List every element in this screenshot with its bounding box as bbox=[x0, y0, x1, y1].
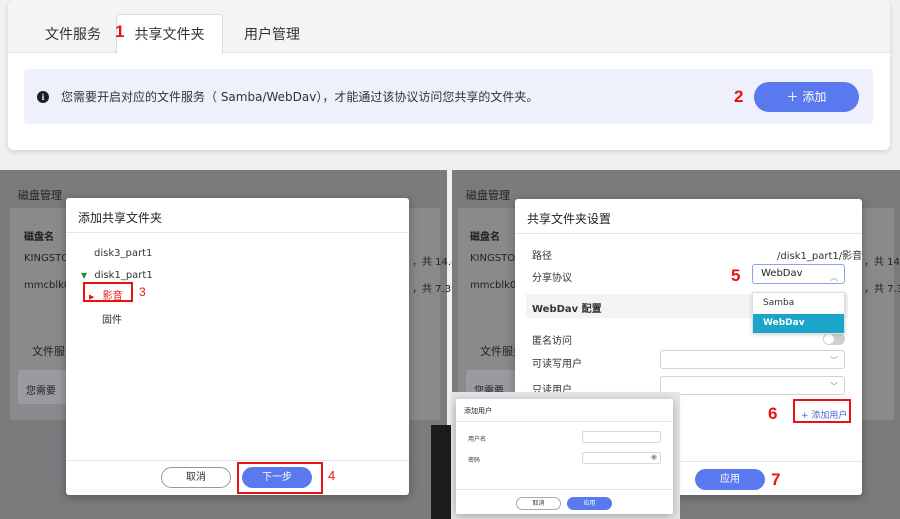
add-user-dialog: 添加用户 用户名 密码 ◉ 取消 应用 bbox=[456, 399, 673, 514]
settings-title: 共享文件夹设置 bbox=[527, 212, 612, 226]
add-button-label: 添加 bbox=[802, 90, 827, 104]
step-7: 7 bbox=[771, 470, 781, 489]
caret-down-icon: ▼ bbox=[81, 271, 88, 280]
highlight-folder bbox=[83, 282, 133, 302]
top-card: 文件服务 共享文件夹 用户管理 i 您需要开启对应的文件服务（ Samba/We… bbox=[8, 0, 890, 150]
add-user-title: 添加用户 bbox=[464, 407, 492, 415]
step-4: 4 bbox=[328, 468, 336, 483]
tree-folder-other[interactable]: 固件 bbox=[102, 311, 122, 326]
highlight-add-user bbox=[793, 399, 851, 423]
info-icon: i bbox=[37, 91, 49, 103]
highlight-next bbox=[237, 462, 323, 494]
plus-icon: ＋ bbox=[786, 90, 803, 104]
tree-disk3[interactable]: disk3_part1 bbox=[94, 248, 152, 259]
apply-button[interactable]: 应用 bbox=[695, 469, 765, 490]
step-6: 6 bbox=[768, 404, 778, 423]
tree-disk1[interactable]: ▼ disk1_part1 bbox=[81, 270, 153, 281]
tab-user-management[interactable]: 用户管理 bbox=[223, 18, 321, 53]
ro-users-select[interactable]: ﹀ bbox=[660, 376, 845, 395]
cancel-button[interactable]: 取消 bbox=[161, 467, 231, 488]
add-shared-folder-dialog: 添加共享文件夹 disk3_part1 ▼ disk1_part1 ▶ 影音 固… bbox=[66, 198, 409, 495]
dialog-title: 添加共享文件夹 bbox=[78, 211, 163, 225]
protocol-dropdown: Samba WebDav bbox=[752, 292, 845, 334]
tab-strip: 文件服务 共享文件夹 用户管理 bbox=[8, 0, 890, 54]
path-value: /disk1_part1/影音 bbox=[777, 251, 863, 262]
step-2: 2 bbox=[734, 87, 744, 106]
rw-users-select[interactable]: ﹀ bbox=[660, 350, 845, 369]
option-webdav[interactable]: WebDav bbox=[753, 314, 844, 333]
chevron-down-icon: ﹀ bbox=[830, 382, 838, 391]
add-button[interactable]: ＋ 添加 bbox=[754, 82, 859, 112]
password-input[interactable]: ◉ bbox=[582, 452, 661, 464]
username-input[interactable] bbox=[582, 431, 661, 443]
tab-shared-folder[interactable]: 共享文件夹 bbox=[116, 14, 223, 54]
tab-file-service[interactable]: 文件服务 bbox=[30, 18, 116, 53]
step-3: 3 bbox=[139, 285, 146, 299]
step-1: 1 bbox=[115, 22, 125, 41]
info-text: 您需要开启对应的文件服务（ Samba/WebDav），才能通过该协议访问您共享… bbox=[61, 90, 539, 104]
info-banner: i 您需要开启对应的文件服务（ Samba/WebDav），才能通过该协议访问您… bbox=[24, 69, 873, 124]
protocol-select[interactable]: WebDav ︿ bbox=[752, 264, 845, 284]
eye-icon[interactable]: ◉ bbox=[651, 453, 657, 461]
step-5: 5 bbox=[731, 266, 741, 285]
option-samba[interactable]: Samba bbox=[753, 293, 844, 314]
anonymous-toggle[interactable] bbox=[823, 333, 845, 345]
chevron-up-icon: ︿ bbox=[830, 273, 838, 282]
user-cancel-button[interactable]: 取消 bbox=[516, 497, 561, 510]
chevron-down-icon: ﹀ bbox=[830, 356, 838, 365]
user-apply-button[interactable]: 应用 bbox=[567, 497, 612, 510]
disk-title: 磁盘管理 bbox=[18, 189, 62, 202]
col-disk-name: 磁盘名 bbox=[24, 232, 54, 243]
